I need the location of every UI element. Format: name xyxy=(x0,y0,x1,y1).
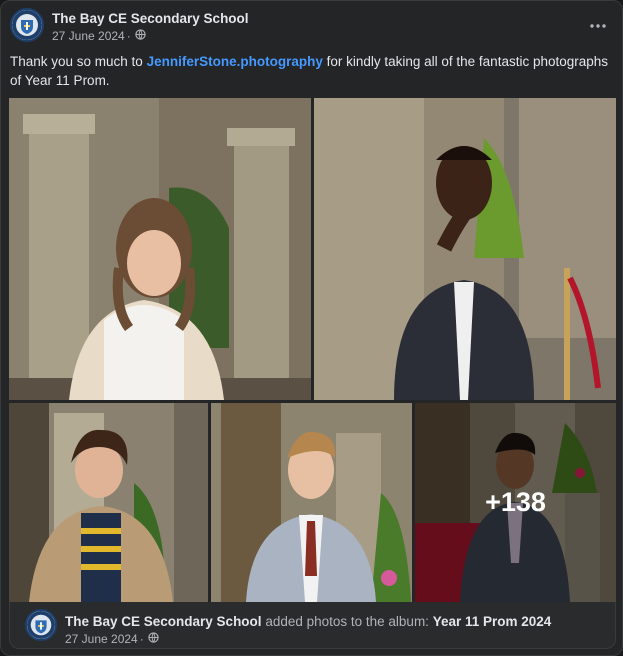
footer-timestamp[interactable]: 27 June 2024 · xyxy=(65,632,159,646)
album-attachment[interactable]: The Bay CE Secondary School added photos… xyxy=(9,602,616,649)
more-options-icon xyxy=(590,24,606,28)
photographer-mention-link[interactable]: JenniferStone.photography xyxy=(147,54,323,69)
gallery-photo-2[interactable] xyxy=(314,98,616,400)
page-name[interactable]: The Bay CE Secondary School xyxy=(52,11,249,26)
album-name-link[interactable]: Year 11 Prom 2024 xyxy=(433,614,552,629)
post-date-text[interactable]: 27 June 2024 xyxy=(52,29,125,43)
gallery-photo-5[interactable]: +138 xyxy=(415,403,616,602)
photo-gallery: +138 xyxy=(9,98,616,602)
gallery-photo-1[interactable] xyxy=(9,98,311,400)
footer-globe-icon xyxy=(148,632,159,646)
gallery-photo-3[interactable] xyxy=(9,403,208,602)
album-title-line: The Bay CE Secondary School added photos… xyxy=(65,614,551,629)
gallery-photo-4[interactable] xyxy=(211,403,412,602)
footer-school-avatar[interactable] xyxy=(25,609,57,641)
caption-text-start: Thank you so much to xyxy=(10,54,147,69)
footer-date-text[interactable]: 27 June 2024 xyxy=(65,632,138,646)
footer-action-text: added photos to the album: xyxy=(261,614,433,629)
school-avatar[interactable] xyxy=(10,8,44,42)
more-photos-overlay[interactable]: +138 xyxy=(415,403,616,602)
footer-author-link[interactable]: The Bay CE Secondary School xyxy=(65,614,262,629)
date-separator: · xyxy=(126,29,131,43)
post-timestamp[interactable]: 27 June 2024 · xyxy=(52,29,146,43)
globe-icon xyxy=(135,29,146,43)
footer-date-separator: · xyxy=(139,632,144,646)
more-options-button[interactable] xyxy=(584,12,612,40)
post-card: The Bay CE Secondary School 27 June 2024… xyxy=(0,0,623,656)
post-header: The Bay CE Secondary School 27 June 2024… xyxy=(10,8,612,46)
post-caption: Thank you so much to JenniferStone.photo… xyxy=(10,52,610,90)
